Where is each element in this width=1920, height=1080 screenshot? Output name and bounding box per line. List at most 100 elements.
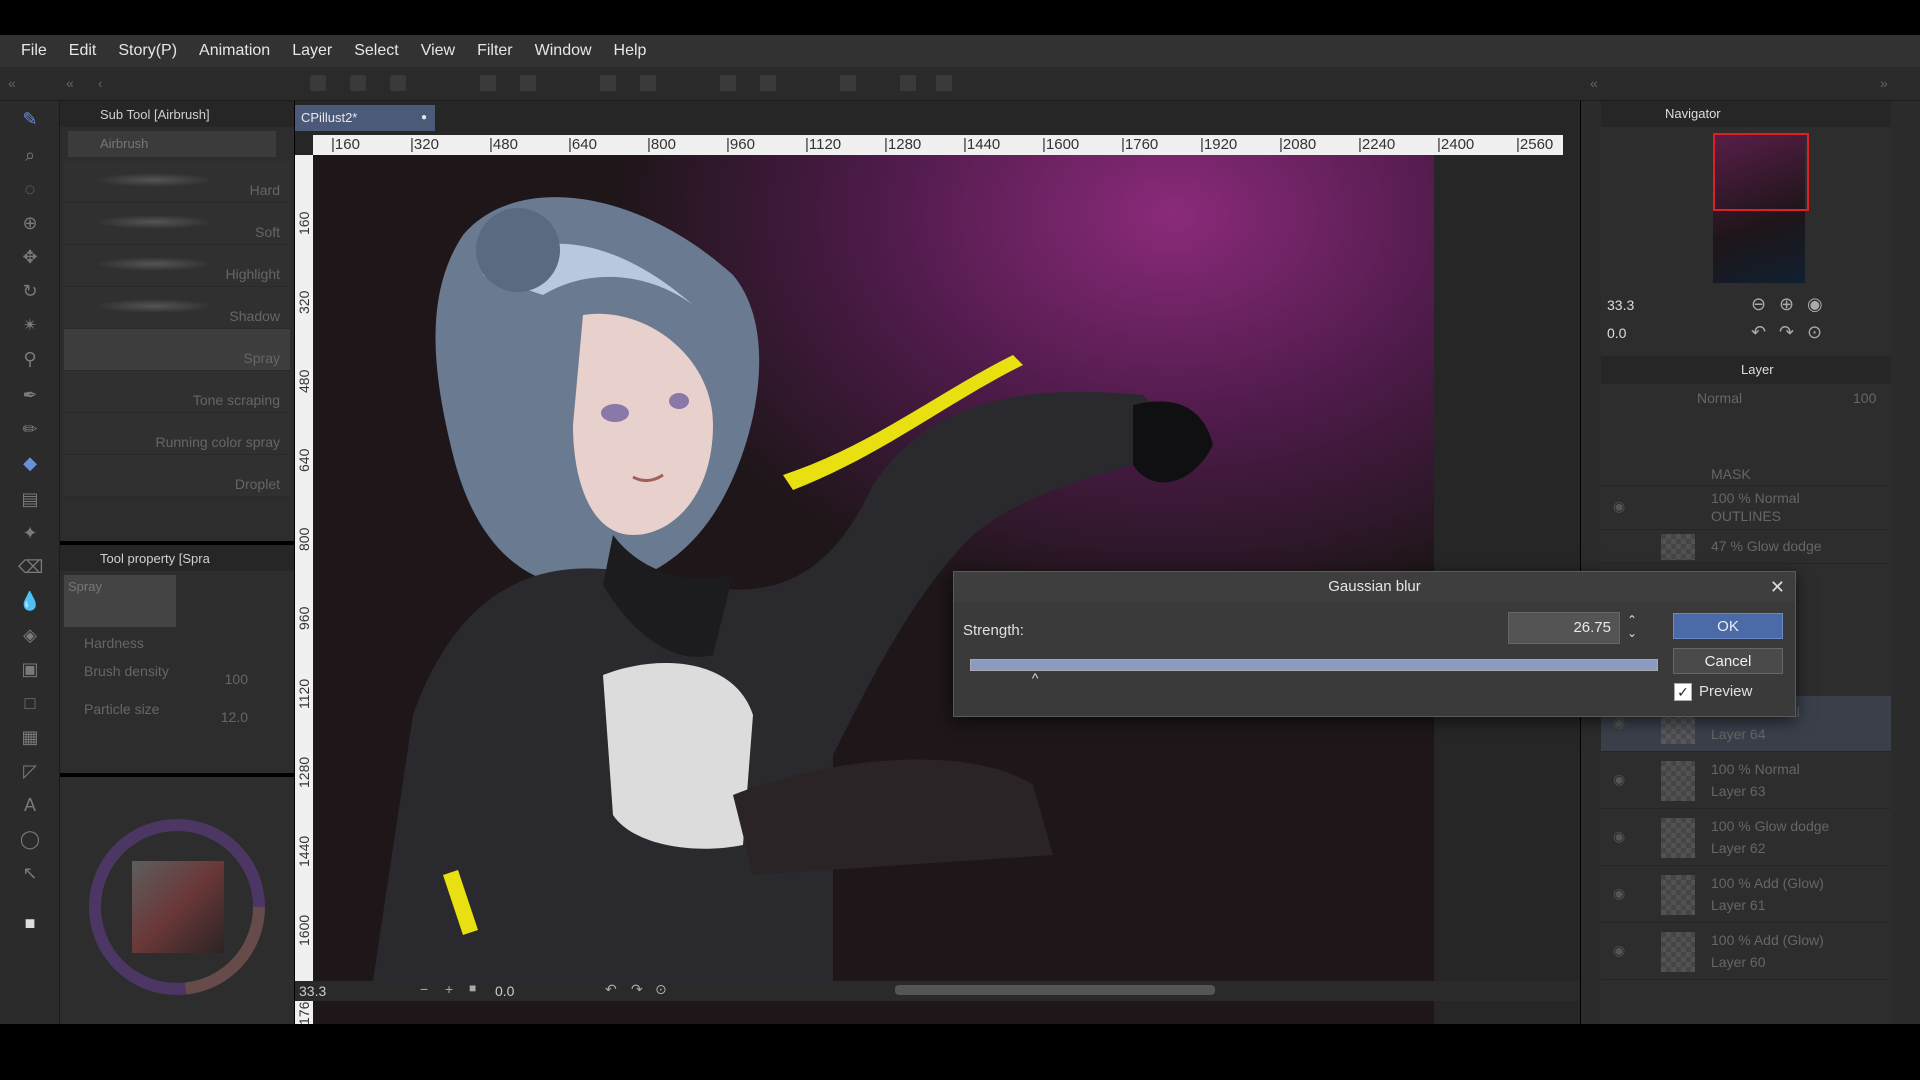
reset-rotation-icon[interactable]: ⊙ bbox=[655, 981, 667, 998]
new-icon[interactable] bbox=[310, 75, 326, 91]
balloon-tool-icon[interactable]: ◯ bbox=[18, 827, 42, 851]
brush-item-highlight[interactable]: Highlight bbox=[64, 245, 290, 287]
pencil-tool-icon[interactable]: ✏ bbox=[18, 417, 42, 441]
menu-edit[interactable]: Edit bbox=[58, 35, 108, 67]
snap-icon[interactable] bbox=[840, 75, 856, 91]
expand-right-icon[interactable]: » bbox=[1880, 75, 1896, 91]
visibility-eye-icon[interactable]: ◉ bbox=[1613, 498, 1625, 515]
transform-icon[interactable] bbox=[640, 75, 656, 91]
auto-select-icon[interactable]: ✴ bbox=[18, 313, 42, 337]
visibility-eye-icon[interactable]: ◉ bbox=[1613, 885, 1625, 902]
menu-window[interactable]: Window bbox=[524, 35, 603, 67]
rotate-right-icon[interactable]: ↷ bbox=[1779, 322, 1794, 343]
preview-checkbox[interactable]: ✓ bbox=[1674, 683, 1692, 701]
fill-tool-icon[interactable]: ◈ bbox=[18, 623, 42, 647]
subtool-group-tab[interactable]: Airbrush bbox=[68, 131, 276, 157]
color-wheel[interactable] bbox=[60, 777, 294, 1024]
close-tab-icon[interactable]: ● bbox=[421, 105, 427, 131]
brush-item-soft[interactable]: Soft bbox=[64, 203, 290, 245]
layer-row[interactable]: ◉ 100 % Glow dodge Layer 62 bbox=[1601, 810, 1891, 866]
gradient-tool-icon[interactable]: ▣ bbox=[18, 657, 42, 681]
document-tab[interactable]: CPillust2* ● bbox=[295, 105, 435, 131]
strength-spinner[interactable]: ⌃ ⌄ bbox=[1627, 614, 1637, 640]
brush-tool-icon[interactable]: ✎ bbox=[18, 107, 42, 131]
visibility-eye-icon[interactable]: ◉ bbox=[1613, 942, 1625, 959]
menu-filter[interactable]: Filter bbox=[466, 35, 524, 67]
ruler-snap-icon[interactable] bbox=[900, 75, 916, 91]
strength-slider[interactable] bbox=[970, 659, 1658, 671]
rotate-left-icon[interactable]: ↶ bbox=[1751, 322, 1766, 343]
layer-panel-title[interactable]: Layer bbox=[1741, 362, 1774, 377]
pen-tool-icon[interactable]: ✒ bbox=[18, 383, 42, 407]
visibility-eye-icon[interactable]: ◉ bbox=[1613, 771, 1625, 788]
move-tool-icon[interactable]: ✥ bbox=[18, 245, 42, 269]
navigator-rotation-value[interactable]: 0.0 bbox=[1607, 325, 1626, 347]
layer-opacity-value[interactable]: 100 bbox=[1853, 390, 1876, 406]
eyedropper-icon[interactable]: ⚲ bbox=[18, 347, 42, 371]
layer-folder-row[interactable]: ◉ 100 % Normal OUTLINES bbox=[1601, 486, 1891, 530]
brush-item-hard[interactable]: Hard bbox=[64, 161, 290, 203]
navigator-zoom-value[interactable]: 33.3 bbox=[1607, 297, 1634, 319]
menu-story[interactable]: Story(P) bbox=[107, 35, 188, 67]
layer-row[interactable]: 47 % Glow dodge bbox=[1601, 530, 1891, 564]
collapse-icon[interactable]: « bbox=[66, 75, 82, 91]
horizontal-scrollbar[interactable] bbox=[895, 985, 1215, 995]
back-icon[interactable]: ‹ bbox=[98, 75, 114, 91]
actual-size-icon[interactable]: ◉ bbox=[1807, 294, 1823, 315]
main-color-swatch[interactable]: ■ bbox=[18, 911, 42, 935]
menu-help[interactable]: Help bbox=[603, 35, 658, 67]
cancel-button[interactable]: Cancel bbox=[1673, 648, 1783, 674]
navigator-title[interactable]: Navigator bbox=[1665, 106, 1721, 121]
brush-item-droplet[interactable]: Droplet bbox=[64, 455, 290, 497]
close-icon[interactable]: ✕ bbox=[1770, 572, 1785, 602]
clear-icon[interactable] bbox=[600, 75, 616, 91]
brush-density-value[interactable]: 100 bbox=[225, 671, 248, 687]
undo-icon[interactable] bbox=[480, 75, 496, 91]
decoration-tool-icon[interactable]: ▤ bbox=[18, 487, 42, 511]
strength-input[interactable]: 26.75 bbox=[1508, 612, 1620, 644]
menu-animation[interactable]: Animation bbox=[188, 35, 281, 67]
zoom-out-icon[interactable]: − bbox=[420, 981, 428, 997]
eraser-icon[interactable]: ⌫ bbox=[18, 555, 43, 579]
collapse-left-icon[interactable]: « bbox=[8, 75, 24, 91]
tool-preset-preview[interactable]: Spray bbox=[64, 575, 176, 627]
brush-item-running-color-spray[interactable]: Running color spray bbox=[64, 413, 290, 455]
zoom-out-icon[interactable]: ⊖ bbox=[1751, 294, 1766, 315]
canvas-zoom-value[interactable]: 33.3 bbox=[299, 983, 326, 999]
invert-selection-icon[interactable] bbox=[760, 75, 776, 91]
object-tool-icon[interactable]: ⊕ bbox=[18, 211, 42, 235]
fit-icon[interactable]: ■ bbox=[469, 981, 476, 995]
menu-layer[interactable]: Layer bbox=[281, 35, 343, 67]
layer-row[interactable]: MASK bbox=[1601, 464, 1891, 486]
zoom-in-icon[interactable]: ⊕ bbox=[1779, 294, 1794, 315]
brush-item-shadow[interactable]: Shadow bbox=[64, 287, 290, 329]
menu-view[interactable]: View bbox=[410, 35, 466, 67]
visibility-eye-icon[interactable]: ◉ bbox=[1613, 828, 1625, 845]
brush-item-spray[interactable]: Spray bbox=[64, 329, 290, 371]
blend-tool-icon[interactable]: 💧 bbox=[18, 589, 42, 613]
save-icon[interactable] bbox=[390, 75, 406, 91]
layer-row[interactable]: ◉ 100 % Normal Layer 63 bbox=[1601, 753, 1891, 809]
slider-thumb-icon[interactable]: ^ bbox=[1032, 670, 1039, 686]
particle-size-value[interactable]: 12.0 bbox=[221, 709, 248, 725]
ruler-tool-icon[interactable]: ◸ bbox=[18, 759, 42, 783]
frame-tool-icon[interactable]: ▦ bbox=[18, 725, 42, 749]
blend-mode-select[interactable]: Normal bbox=[1697, 390, 1742, 406]
correct-line-icon[interactable]: ↖ bbox=[18, 861, 42, 885]
text-tool-icon[interactable]: A bbox=[18, 793, 42, 817]
rotate-tool-icon[interactable]: ↻ bbox=[18, 279, 42, 303]
rotate-right-icon[interactable]: ↷ bbox=[631, 981, 643, 998]
deselect-icon[interactable] bbox=[720, 75, 736, 91]
collapse-right-icon[interactable]: « bbox=[1590, 75, 1606, 91]
grid-snap-icon[interactable] bbox=[936, 75, 952, 91]
sparkle-tool-icon[interactable]: ✦ bbox=[18, 521, 42, 545]
lasso-tool-icon[interactable]: ◌ bbox=[18, 177, 42, 201]
zoom-in-icon[interactable]: + bbox=[445, 981, 453, 997]
menu-select[interactable]: Select bbox=[343, 35, 409, 67]
redo-icon[interactable] bbox=[520, 75, 536, 91]
menu-file[interactable]: File bbox=[10, 35, 58, 67]
open-icon[interactable] bbox=[350, 75, 366, 91]
navigator-viewport-frame[interactable] bbox=[1713, 133, 1809, 211]
ok-button[interactable]: OK bbox=[1673, 613, 1783, 639]
rotate-left-icon[interactable]: ↶ bbox=[605, 981, 617, 998]
